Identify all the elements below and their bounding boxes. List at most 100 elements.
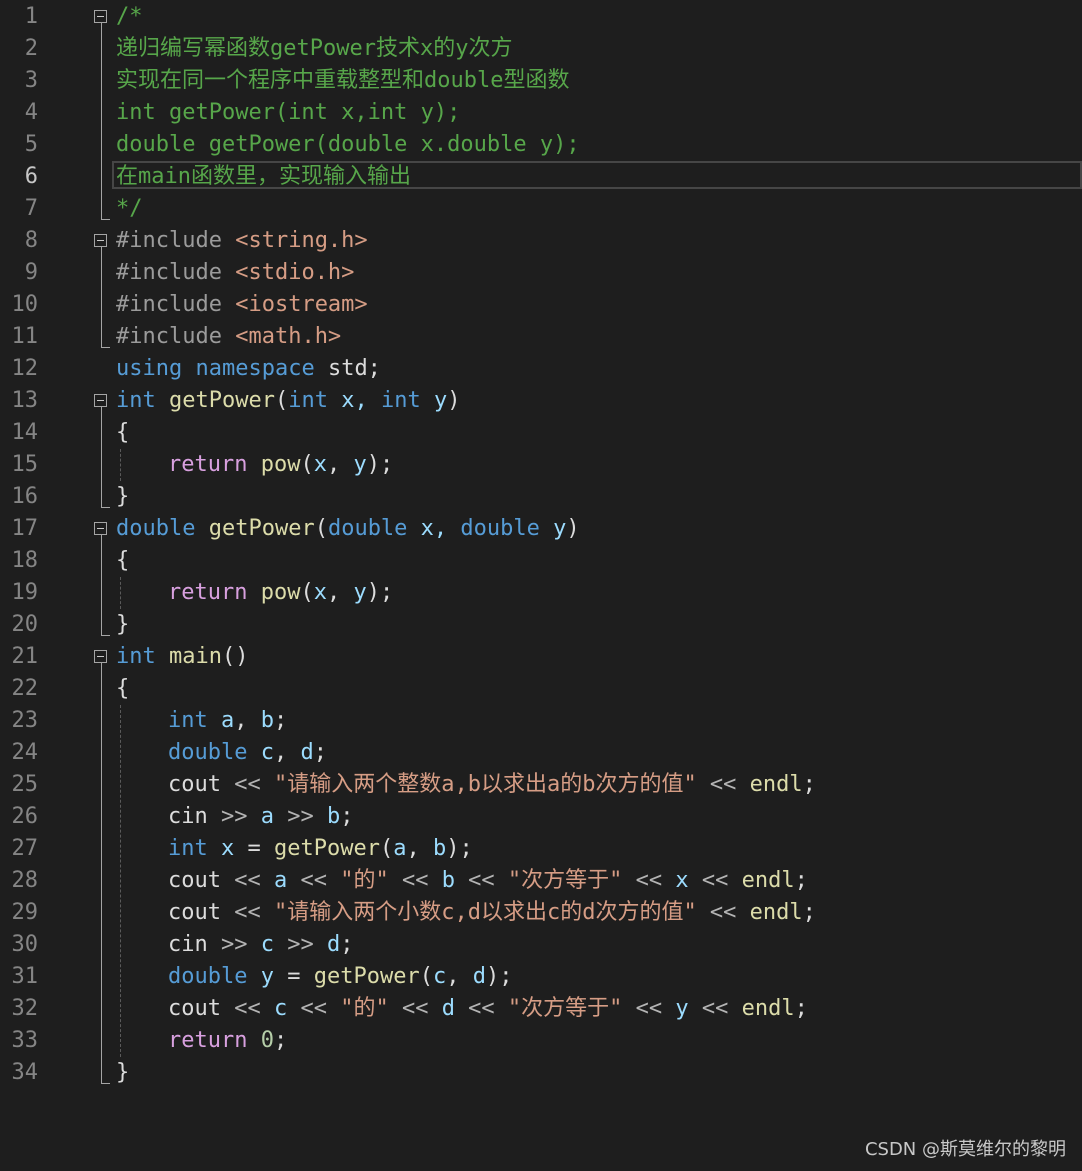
- code-token: );: [366, 580, 394, 605]
- fold-collapse-icon[interactable]: [94, 650, 107, 663]
- code-line[interactable]: 9 #include <stdio.h>: [0, 257, 1082, 289]
- line-number: 27: [11, 836, 39, 861]
- code-line[interactable]: 20}: [0, 609, 1082, 641]
- line-number: 18: [11, 548, 39, 573]
- code-token: c: [432, 964, 447, 989]
- code-token: namespace: [195, 356, 315, 381]
- code-token: #include: [116, 292, 236, 317]
- code-token: 递归编写幂函数getPower技术x的y次方: [116, 36, 513, 61]
- code-line[interactable]: 18 {: [0, 545, 1082, 577]
- line-number: 26: [11, 804, 39, 829]
- code-line[interactable]: 16}: [0, 481, 1082, 513]
- code-token: ;: [802, 772, 816, 797]
- code-editor[interactable]: 1 /* 2 递归编写幂函数getPower技术x的y次方 3 实现在同一个程序中重载整型…: [0, 0, 1082, 1171]
- code-line[interactable]: 5 double getPower(double x.double y);: [0, 129, 1082, 161]
- code-text: double getPower(double x.double y);: [116, 129, 580, 161]
- code-text: int main(): [116, 641, 248, 673]
- line-number: 17: [11, 516, 39, 541]
- code-token: endl: [741, 996, 795, 1021]
- code-token: =: [234, 836, 274, 861]
- line-number: 20: [11, 612, 39, 637]
- code-token: "的": [340, 996, 389, 1021]
- code-line[interactable]: 8 #include <string.h>: [0, 225, 1082, 257]
- code-line[interactable]: 33 return 0;: [0, 1025, 1082, 1057]
- code-token: <iostream>: [235, 292, 368, 317]
- code-line[interactable]: 22 {: [0, 673, 1082, 705]
- code-line[interactable]: 13 int getPower(int x, int y): [0, 385, 1082, 417]
- code-line[interactable]: 4 int getPower(int x,int y);: [0, 97, 1082, 129]
- code-line[interactable]: 28 cout << a << "的" << b << "次方等于" << x <…: [0, 865, 1082, 897]
- code-token: (: [274, 388, 289, 413]
- code-line[interactable]: 29 cout << "请输入两个小数c,d以求出c的d次方的值" << endl…: [0, 897, 1082, 929]
- code-token: y: [675, 996, 689, 1021]
- code-token: getPower: [313, 964, 420, 989]
- code-token: <<: [688, 868, 742, 893]
- code-line[interactable]: 26 cin >> a >> b;: [0, 801, 1082, 833]
- code-line[interactable]: 1 /*: [0, 1, 1082, 33]
- code-line[interactable]: 32 cout << c << "的" << d << "次方等于" << y <…: [0, 993, 1082, 1025]
- code-token: endl: [749, 772, 803, 797]
- code-line[interactable]: 21 int main(): [0, 641, 1082, 673]
- fold-collapse-icon[interactable]: [94, 394, 107, 407]
- code-token: <<: [220, 772, 274, 797]
- code-line[interactable]: 25 cout << "请输入两个整数a,b以求出a的b次方的值" << endl…: [0, 769, 1082, 801]
- line-number: 32: [11, 996, 39, 1021]
- code-token: y: [353, 452, 367, 477]
- code-text: #include <string.h>: [116, 225, 368, 257]
- code-line[interactable]: 24 double c, d;: [0, 737, 1082, 769]
- line-number: 15: [11, 452, 39, 477]
- code-line[interactable]: 10 #include <iostream>: [0, 289, 1082, 321]
- code-line[interactable]: 23 int a, b;: [0, 705, 1082, 737]
- code-token: d: [441, 996, 455, 1021]
- code-text: int getPower(int x,int y);: [116, 97, 460, 129]
- code-line[interactable]: 30 cin >> c >> d;: [0, 929, 1082, 961]
- fold-collapse-icon[interactable]: [94, 10, 107, 23]
- code-text: #include <iostream>: [116, 289, 368, 321]
- code-token: cin: [168, 804, 208, 829]
- code-line[interactable]: 12 using namespace std;: [0, 353, 1082, 385]
- code-line[interactable]: 6 在main函数里，实现输入输出: [0, 161, 1082, 193]
- fold-collapse-icon[interactable]: [94, 522, 107, 535]
- code-text: #include <math.h>: [116, 321, 341, 353]
- code-line[interactable]: 17 double getPower(double x, double y): [0, 513, 1082, 545]
- code-token: <<: [688, 996, 742, 1021]
- code-token: ): [447, 388, 461, 413]
- code-text: double getPower(double x, double y): [116, 513, 580, 545]
- code-line[interactable]: 27 int x = getPower(a, b);: [0, 833, 1082, 865]
- code-line[interactable]: 31 double y = getPower(c, d);: [0, 961, 1082, 993]
- line-number: 10: [11, 292, 39, 317]
- code-line[interactable]: 2 递归编写幂函数getPower技术x的y次方: [0, 33, 1082, 65]
- code-line[interactable]: 19 return pow(x, y);: [0, 577, 1082, 609]
- code-token: 实现在同一个程序中重载整型和double型函数: [116, 68, 570, 93]
- code-line[interactable]: 14 {: [0, 417, 1082, 449]
- code-line[interactable]: 3 实现在同一个程序中重载整型和double型函数: [0, 65, 1082, 97]
- code-token: int: [380, 388, 421, 413]
- code-token: b: [432, 836, 447, 861]
- code-line[interactable]: 7 */: [0, 193, 1082, 225]
- indent-guide: [120, 705, 121, 1057]
- code-token: >>: [273, 932, 327, 957]
- fold-collapse-icon[interactable]: [94, 234, 107, 247]
- code-token: "次方等于": [507, 996, 623, 1021]
- code-text: using namespace std;: [116, 353, 381, 385]
- code-token: a: [393, 836, 407, 861]
- line-number: 30: [11, 932, 39, 957]
- fold-outline: [101, 407, 102, 507]
- line-number: 23: [11, 708, 39, 733]
- code-line[interactable]: 15 return pow(x, y);: [0, 449, 1082, 481]
- code-token: a: [260, 804, 274, 829]
- code-token: ;: [313, 740, 327, 765]
- line-number: 33: [11, 1028, 39, 1053]
- code-token: <<: [622, 996, 676, 1021]
- code-token: <<: [696, 900, 750, 925]
- fold-outline: [101, 663, 102, 1083]
- code-line[interactable]: 11 #include <math.h>: [0, 321, 1082, 353]
- code-token: ;: [794, 996, 808, 1021]
- code-token: ): [566, 516, 580, 541]
- code-token: #include: [116, 260, 236, 285]
- code-token: return: [168, 1028, 248, 1053]
- fold-outline: [101, 247, 102, 347]
- code-line[interactable]: 34}: [0, 1057, 1082, 1089]
